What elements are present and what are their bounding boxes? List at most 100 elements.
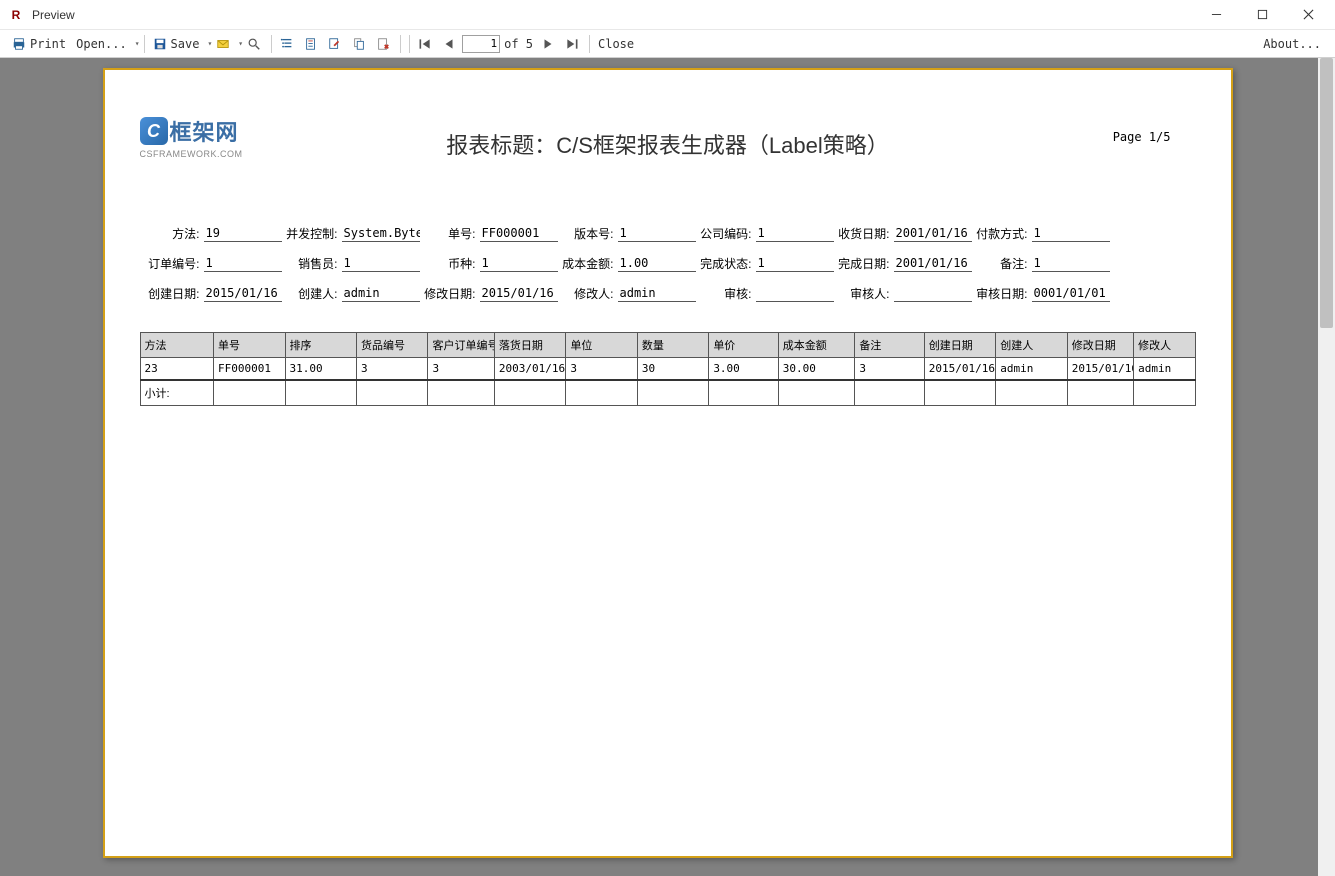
table-cell: 2015/01/16 — [1067, 358, 1133, 381]
table-cell: 30.00 — [778, 358, 855, 381]
form-field: 备注:1 — [972, 255, 1110, 272]
delete-page-button[interactable] — [372, 33, 394, 55]
mail-button[interactable] — [212, 33, 234, 55]
table-header-cell: 修改人 — [1134, 333, 1195, 358]
form-field: 收货日期:2001/01/16 00 — [834, 225, 972, 242]
outline-button[interactable] — [276, 33, 298, 55]
logo-text: 框架网 — [170, 115, 239, 147]
form-value: 19 — [204, 226, 282, 242]
table-cell: 3 — [357, 358, 428, 381]
table-cell — [855, 380, 924, 406]
print-label: Print — [30, 37, 66, 51]
first-page-button[interactable] — [414, 33, 436, 55]
toolbar: Print Open... ▾ Save ▾ ▾ of 5 Close Abou… — [0, 30, 1335, 58]
table-header-cell: 数量 — [637, 333, 708, 358]
form-value: 1 — [756, 256, 834, 272]
table-cell — [285, 380, 356, 406]
form-field: 销售员:1 — [282, 255, 420, 272]
form-area: 方法:19并发控制:System.Byte[单号:FF000001版本号:1公司… — [140, 220, 1196, 302]
form-field: 审核日期:0001/01/01 00 — [972, 285, 1110, 302]
form-value: admin — [342, 286, 420, 302]
app-icon: R — [8, 7, 24, 23]
form-label: 付款方式: — [972, 225, 1032, 242]
form-label: 完成日期: — [834, 255, 894, 272]
form-label: 成本金额: — [558, 255, 618, 272]
form-field: 单号:FF000001 — [420, 225, 558, 242]
prev-page-button[interactable] — [438, 33, 460, 55]
table-cell — [214, 380, 285, 406]
save-button[interactable]: Save — [149, 33, 204, 55]
form-label: 币种: — [420, 255, 480, 272]
table-header-row: 方法单号排序货品编号客户订单编号落货日期单位数量单价成本金额备注创建日期创建人修… — [140, 333, 1195, 358]
table-cell — [357, 380, 428, 406]
last-page-button[interactable] — [561, 33, 583, 55]
open-button[interactable]: Open... — [72, 33, 131, 55]
form-field: 修改日期:2015/01/16 00 — [420, 285, 558, 302]
page-setup-button[interactable] — [300, 33, 322, 55]
separator — [589, 35, 590, 53]
table-cell: FF000001 — [214, 358, 285, 381]
save-label: Save — [171, 37, 200, 51]
form-label: 版本号: — [558, 225, 618, 242]
table-cell: 30 — [637, 358, 708, 381]
form-field: 审核: — [696, 285, 834, 302]
edit-page-button[interactable] — [324, 33, 346, 55]
form-label: 审核: — [696, 285, 756, 302]
table-cell — [637, 380, 708, 406]
table-header-cell: 单号 — [214, 333, 285, 358]
open-dropdown-arrow[interactable]: ▾ — [135, 39, 140, 48]
form-label: 修改人: — [558, 285, 618, 302]
table-cell: 2015/01/16 — [924, 358, 995, 381]
maximize-button[interactable] — [1239, 0, 1285, 30]
page-number-input[interactable] — [462, 35, 500, 53]
form-field: 并发控制:System.Byte[ — [282, 225, 420, 242]
table-cell — [1067, 380, 1133, 406]
table-cell: 3 — [566, 358, 637, 381]
table-header-cell: 修改日期 — [1067, 333, 1133, 358]
table-header-cell: 创建日期 — [924, 333, 995, 358]
subtotal-row: 小计: — [140, 380, 1195, 406]
subtotal-label: 小计: — [140, 380, 214, 406]
table-header-cell: 创建人 — [996, 333, 1067, 358]
table-header-cell: 备注 — [855, 333, 924, 358]
page-indicator: Page 1/5 — [1113, 130, 1171, 144]
form-value: FF000001 — [480, 226, 558, 242]
table-header-cell: 货品编号 — [357, 333, 428, 358]
search-button[interactable] — [243, 33, 265, 55]
minimize-button[interactable] — [1193, 0, 1239, 30]
vertical-scrollbar[interactable] — [1318, 58, 1335, 876]
form-label: 审核人: — [834, 285, 894, 302]
table-cell — [996, 380, 1067, 406]
form-value: 1 — [618, 226, 696, 242]
logo: C 框架网 CSFRAMEWORK.COM — [140, 115, 243, 159]
table-cell: admin — [1134, 358, 1195, 381]
form-field: 创建日期:2015/01/16 00 — [140, 285, 282, 302]
form-label: 完成状态: — [696, 255, 756, 272]
form-field: 付款方式:1 — [972, 225, 1110, 242]
form-field: 币种:1 — [420, 255, 558, 272]
table-header-cell: 排序 — [285, 333, 356, 358]
separator — [144, 35, 145, 53]
separator — [409, 35, 410, 53]
scrollbar-thumb[interactable] — [1320, 58, 1333, 328]
copy-button[interactable] — [348, 33, 370, 55]
table-cell — [924, 380, 995, 406]
form-field: 版本号:1 — [558, 225, 696, 242]
window-title: Preview — [32, 8, 1193, 22]
form-value: 1.00 — [618, 256, 696, 272]
form-field: 方法:19 — [140, 225, 282, 242]
page-count-label: of 5 — [504, 37, 533, 51]
next-page-button[interactable] — [537, 33, 559, 55]
form-value: 2001/01/16 00 — [894, 226, 972, 242]
table-cell — [566, 380, 637, 406]
report-title: 报表标题：C/S框架报表生成器（Label策略） — [140, 128, 1196, 160]
form-value: 1 — [1032, 226, 1110, 242]
print-button[interactable]: Print — [8, 33, 70, 55]
data-table: 方法单号排序货品编号客户订单编号落货日期单位数量单价成本金额备注创建日期创建人修… — [140, 332, 1196, 406]
about-button[interactable]: About... — [1259, 33, 1325, 55]
close-button-toolbar[interactable]: Close — [594, 33, 638, 55]
form-label: 修改日期: — [420, 285, 480, 302]
table-cell: 31.00 — [285, 358, 356, 381]
table-header-cell: 单位 — [566, 333, 637, 358]
close-button[interactable] — [1285, 0, 1331, 30]
